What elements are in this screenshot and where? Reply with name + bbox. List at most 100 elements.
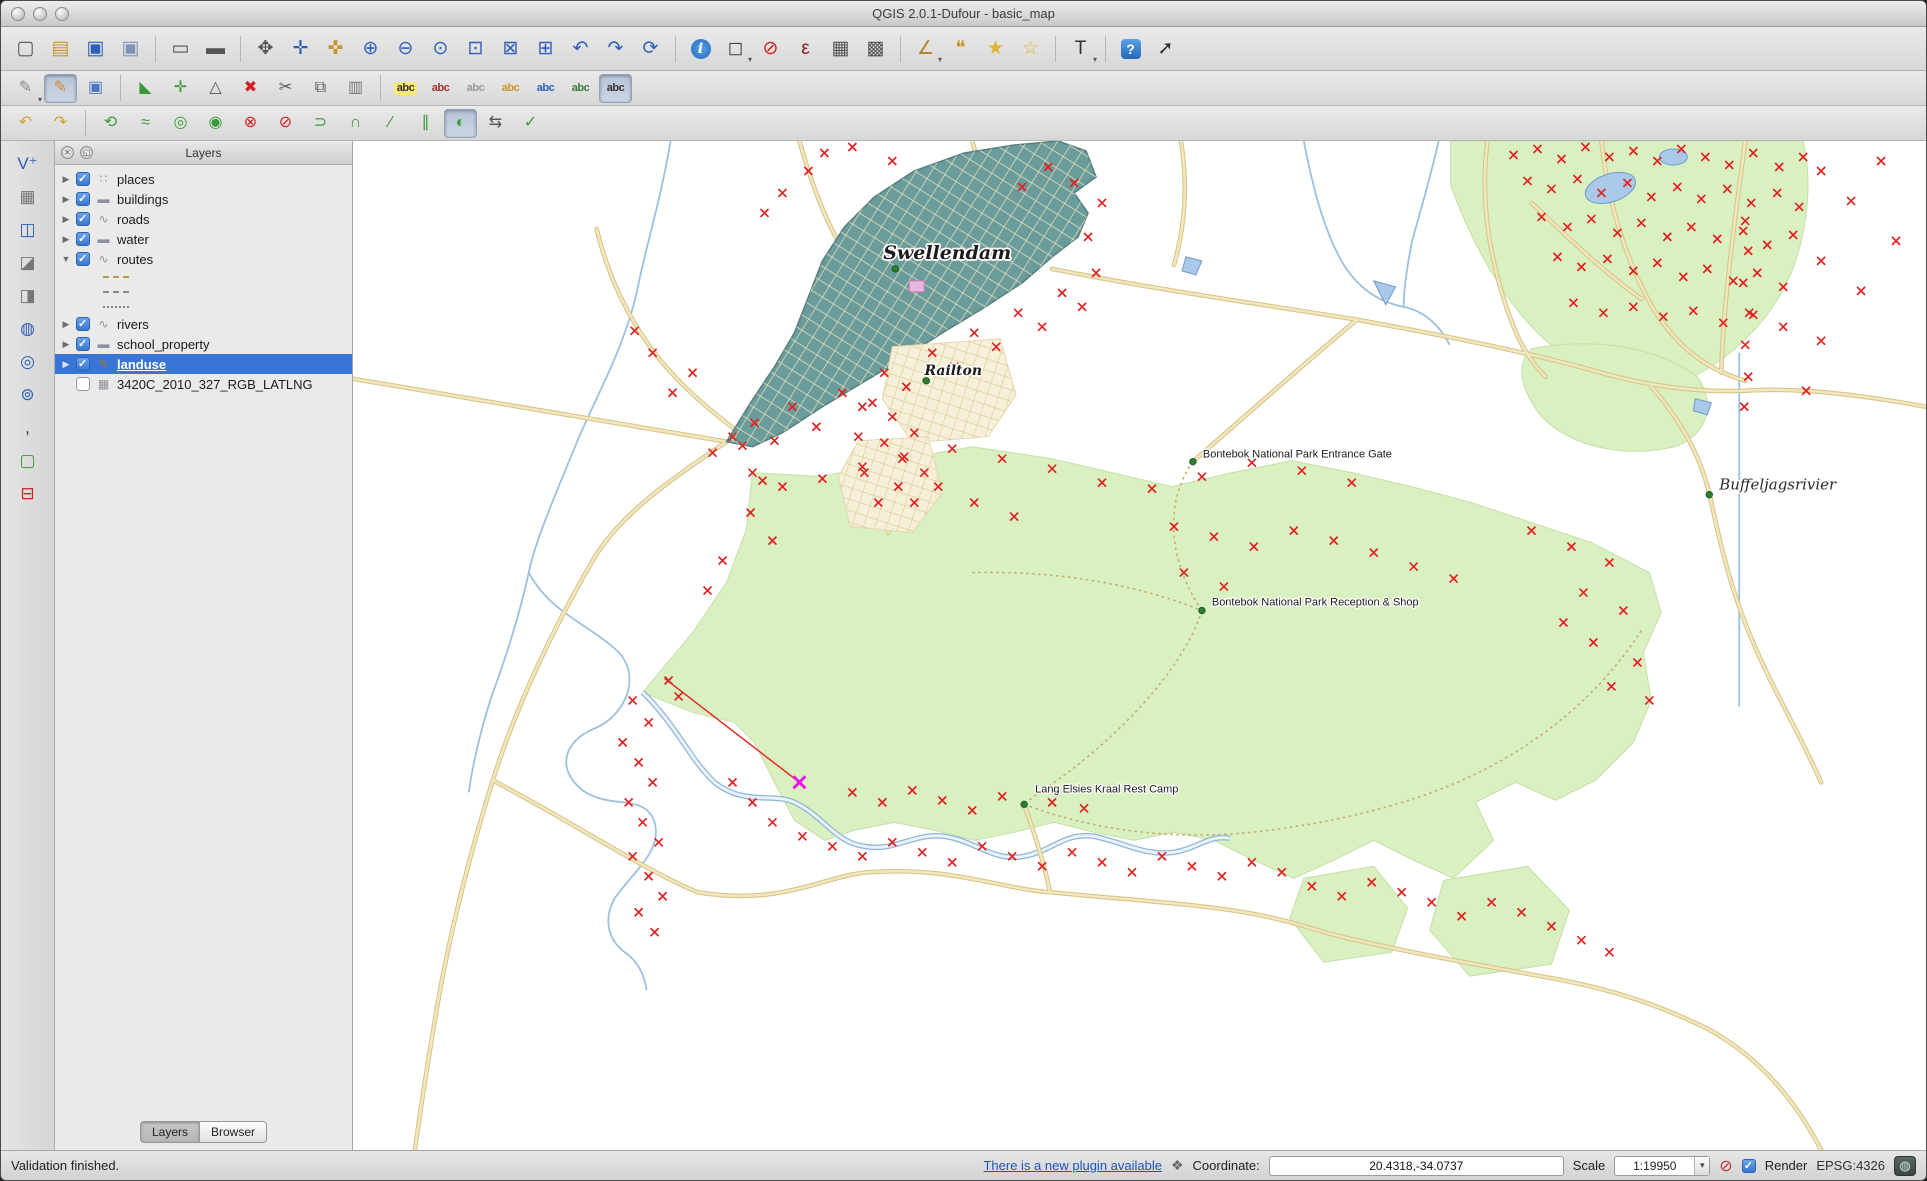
label-highlight-button[interactable]: abc	[494, 74, 527, 103]
layer-visibility-checkbox[interactable]	[76, 377, 90, 391]
change-label-button[interactable]: abc	[599, 74, 632, 103]
scale-dropdown-arrow-icon[interactable]: ▾	[1694, 1157, 1709, 1175]
help-button[interactable]: ?	[1114, 34, 1147, 63]
layer-item-routes[interactable]: ▼∿routes	[55, 249, 352, 269]
add-part-button[interactable]: ◉	[199, 109, 232, 138]
label-pin-unpin-button[interactable]: abc	[424, 74, 457, 103]
layer-item-rivers[interactable]: ▶∿rivers	[55, 314, 352, 334]
merge-attributes-button[interactable]: ⇆	[479, 109, 512, 138]
add-raster-layer-button[interactable]: ▦	[11, 182, 45, 211]
text-annotation-button[interactable]: T▾	[1064, 34, 1097, 63]
zoom-next-button[interactable]: ↷	[599, 34, 632, 63]
zoom-to-layer-button[interactable]: ⊞	[529, 34, 562, 63]
layer-label[interactable]: places	[117, 172, 155, 187]
expander-icon[interactable]: ▶	[61, 319, 71, 330]
move-label-button[interactable]: abc	[529, 74, 562, 103]
window-close-button[interactable]	[11, 7, 25, 21]
split-features-button[interactable]: ∕	[374, 109, 407, 138]
current-edits-button[interactable]: ✎▾	[9, 74, 42, 103]
add-wcs-layer-button[interactable]: ◎	[11, 347, 45, 376]
dropdown-arrow-icon[interactable]: ▾	[938, 55, 942, 64]
paste-features-button[interactable]: ▥	[339, 74, 372, 103]
tab-browser[interactable]: Browser	[199, 1121, 267, 1143]
layer-item-roads[interactable]: ▶∿roads	[55, 209, 352, 229]
move-feature-button[interactable]: ✛	[164, 74, 197, 103]
add-delimited-text-layer-button[interactable]: ,	[11, 413, 45, 442]
add-spatialite-layer-button[interactable]: ◪	[11, 248, 45, 277]
expander-icon[interactable]: ▶	[61, 234, 71, 245]
render-checkbox[interactable]	[1742, 1159, 1756, 1173]
composer-manager-button[interactable]: ▬	[199, 34, 232, 63]
crs-status-button[interactable]: ◍	[1894, 1156, 1916, 1176]
add-feature-button[interactable]: ◣	[129, 74, 162, 103]
expander-icon[interactable]: ▶	[61, 214, 71, 225]
check-validity-button[interactable]: ✓	[514, 109, 547, 138]
pan-map-button[interactable]: ✛	[284, 34, 317, 63]
redo-button[interactable]: ↷	[44, 109, 77, 138]
new-project-button[interactable]: ▢	[9, 34, 42, 63]
new-plugin-link[interactable]: There is a new plugin available	[983, 1158, 1162, 1173]
select-by-expression-button[interactable]: ε	[789, 34, 822, 63]
layer-item-school_property[interactable]: ▶▬school_property	[55, 334, 352, 354]
layer-visibility-checkbox[interactable]	[76, 357, 90, 371]
layer-visibility-checkbox[interactable]	[76, 172, 90, 186]
window-zoom-button[interactable]	[55, 7, 69, 21]
new-bookmark-button[interactable]: ★	[979, 34, 1012, 63]
dropdown-arrow-icon[interactable]: ▾	[1093, 55, 1097, 64]
layer-visibility-checkbox[interactable]	[76, 317, 90, 331]
coordinate-input[interactable]	[1269, 1156, 1564, 1176]
zoom-native-button[interactable]: ⊙	[424, 34, 457, 63]
label-show-hide-button[interactable]: abc	[459, 74, 492, 103]
open-project-button[interactable]: ▤	[44, 34, 77, 63]
expander-icon[interactable]: ▶	[61, 174, 71, 185]
stop-render-icon[interactable]: ⊘	[1719, 1156, 1732, 1176]
layer-item-landuse[interactable]: ▶✎landuse	[55, 354, 352, 374]
pan-to-selection-button[interactable]: ✜	[319, 34, 352, 63]
panel-close-button[interactable]: ✕	[61, 146, 74, 159]
layer-style-item[interactable]	[55, 284, 352, 299]
cut-features-button[interactable]: ✂	[269, 74, 302, 103]
refresh-map-button[interactable]: ⟳	[634, 34, 667, 63]
tab-layers[interactable]: Layers	[140, 1121, 199, 1143]
zoom-full-button[interactable]: ⊡	[459, 34, 492, 63]
touch-zoom-button[interactable]: ✥	[249, 34, 282, 63]
layer-visibility-checkbox[interactable]	[76, 252, 90, 266]
zoom-to-selection-button[interactable]: ⊠	[494, 34, 527, 63]
identify-button[interactable]: i	[684, 34, 717, 63]
zoom-in-button[interactable]: ⊕	[354, 34, 387, 63]
delete-selected-button[interactable]: ✖	[234, 74, 267, 103]
node-tool-button[interactable]: △	[199, 74, 232, 103]
layer-visibility-checkbox[interactable]	[76, 232, 90, 246]
merge-features-button[interactable]: ◐	[444, 109, 477, 138]
new-shapefile-layer-button[interactable]: ▢	[11, 446, 45, 475]
scale-combobox[interactable]: 1:19950 ▾	[1614, 1156, 1710, 1176]
undo-button[interactable]: ↶	[9, 109, 42, 138]
dropdown-arrow-icon[interactable]: ▾	[38, 95, 42, 104]
delete-ring-button[interactable]: ⊗	[234, 109, 267, 138]
whats-this-button[interactable]: ➚	[1149, 34, 1182, 63]
remove-layer-button[interactable]: ⊟	[11, 479, 45, 508]
offset-curve-button[interactable]: ∩	[339, 109, 372, 138]
layer-style-item[interactable]	[55, 299, 352, 314]
layer-label[interactable]: school_property	[117, 337, 210, 352]
zoom-last-button[interactable]: ↶	[564, 34, 597, 63]
reshape-features-button[interactable]: ⊃	[304, 109, 337, 138]
save-project-button[interactable]: ▣	[79, 34, 112, 63]
window-minimize-button[interactable]	[33, 7, 47, 21]
plugin-icon[interactable]: ❖	[1171, 1157, 1184, 1174]
layer-label[interactable]: routes	[117, 252, 153, 267]
layer-item-water[interactable]: ▶▬water	[55, 229, 352, 249]
add-mssql-layer-button[interactable]: ◨	[11, 281, 45, 310]
show-bookmarks-button[interactable]: ☆	[1014, 34, 1047, 63]
attribute-table-button[interactable]: ▦	[824, 34, 857, 63]
select-features-button[interactable]: ◻▾	[719, 34, 752, 63]
map-tips-button[interactable]: ❝	[944, 34, 977, 63]
layer-style-item[interactable]	[55, 269, 352, 284]
new-composer-button[interactable]: ▭	[164, 34, 197, 63]
simplify-feature-button[interactable]: ≈	[129, 109, 162, 138]
split-parts-button[interactable]: ∥	[409, 109, 442, 138]
layer-item-places[interactable]: ▶∷places	[55, 169, 352, 189]
layer-item-buildings[interactable]: ▶▬buildings	[55, 189, 352, 209]
add-ring-button[interactable]: ◎	[164, 109, 197, 138]
layer-label[interactable]: rivers	[117, 317, 149, 332]
